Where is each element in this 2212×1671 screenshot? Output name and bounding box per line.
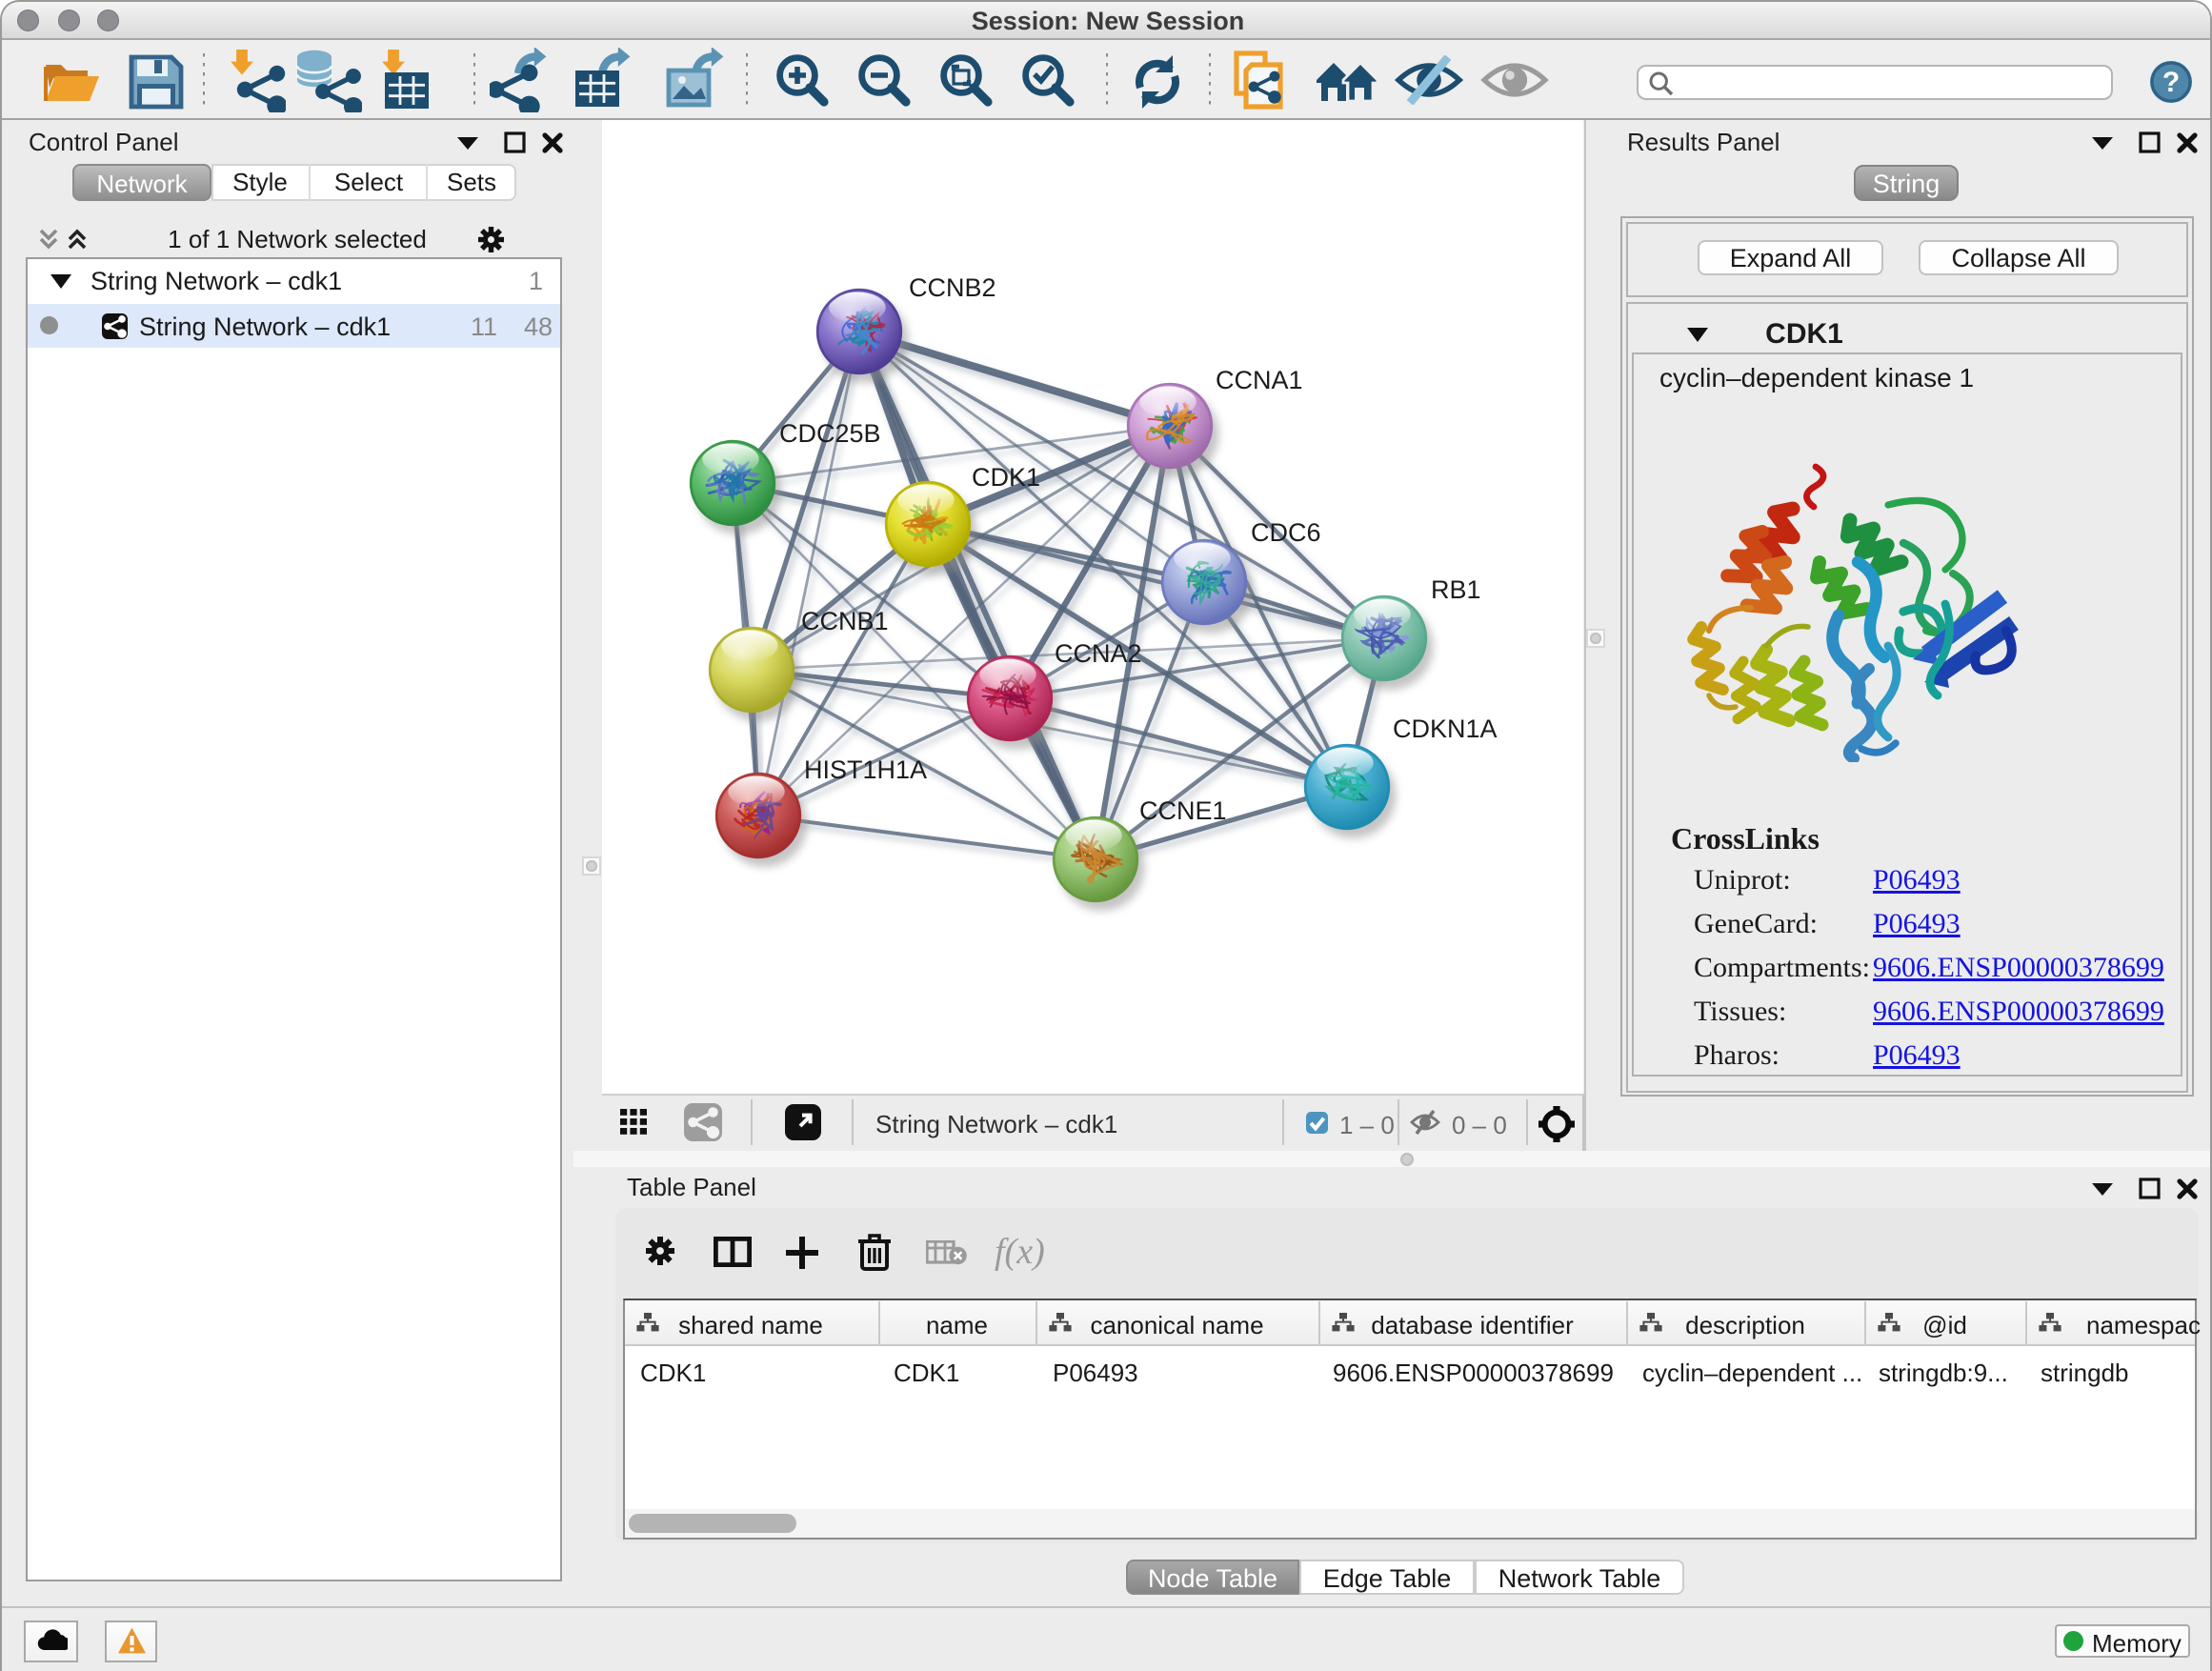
svg-text:CCNE1: CCNE1	[1139, 796, 1227, 825]
svg-text:CDC25B: CDC25B	[779, 419, 881, 448]
svg-text:HIST1H1A: HIST1H1A	[804, 755, 927, 784]
svg-text:?: ?	[2162, 67, 2180, 98]
svg-text:CDC6: CDC6	[1251, 518, 1321, 547]
svg-text:CDKN1A: CDKN1A	[1393, 715, 1498, 743]
svg-text:CCNA1: CCNA1	[1216, 366, 1303, 394]
svg-text:RB1: RB1	[1431, 575, 1481, 604]
svg-text:CCNA2: CCNA2	[1055, 639, 1142, 668]
svg-text:CCNB1: CCNB1	[801, 607, 889, 635]
svg-text:CCNB2: CCNB2	[909, 273, 996, 302]
svg-text:CDK1: CDK1	[972, 463, 1040, 492]
